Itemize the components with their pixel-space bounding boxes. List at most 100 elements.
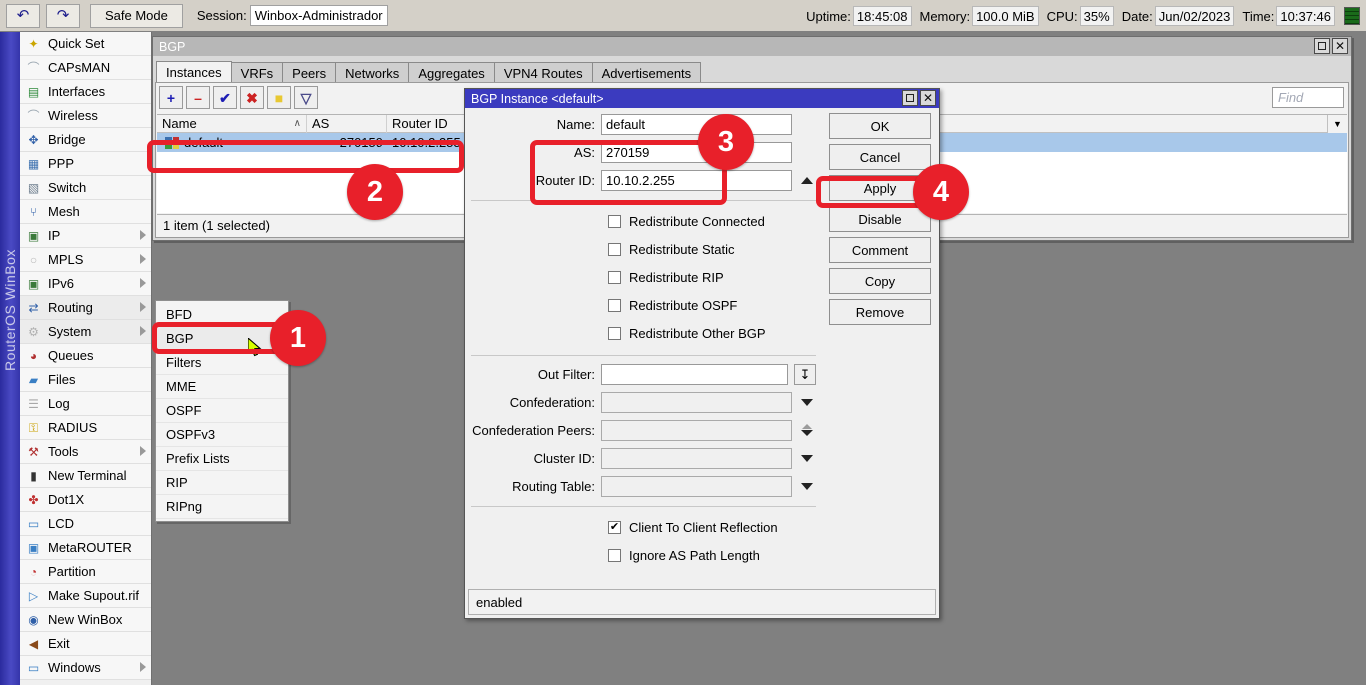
- maximize-icon[interactable]: [1314, 38, 1330, 54]
- tab-peers[interactable]: Peers: [282, 62, 336, 83]
- maximize-icon[interactable]: [902, 90, 918, 106]
- chevron-down-icon[interactable]: [798, 448, 816, 469]
- chevron-down-icon[interactable]: [798, 392, 816, 413]
- checkbox-row[interactable]: Redistribute Connected: [465, 207, 822, 235]
- sidebar-item-tools[interactable]: ⚒Tools: [20, 440, 151, 464]
- copy-button[interactable]: Copy: [829, 268, 931, 294]
- routing-menu-item-ospf[interactable]: OSPF: [156, 399, 288, 423]
- chevron-down-icon[interactable]: [798, 476, 816, 497]
- sidebar-item-label: Interfaces: [48, 84, 105, 99]
- checkbox-row[interactable]: Ignore AS Path Length: [465, 541, 822, 569]
- checkbox-redistribute-other-bgp[interactable]: [608, 327, 621, 340]
- check-icon[interactable]: ✔: [213, 86, 237, 109]
- disable-button[interactable]: Disable: [829, 206, 931, 232]
- checkbox-redistribute-static[interactable]: [608, 243, 621, 256]
- plus-icon[interactable]: +: [159, 86, 183, 109]
- routing-menu-item-bgp[interactable]: BGP: [156, 327, 288, 351]
- tab-vpn4-routes[interactable]: VPN4 Routes: [494, 62, 593, 83]
- sidebar-item-queues[interactable]: ◕Queues: [20, 344, 151, 368]
- cancel-button[interactable]: Cancel: [829, 144, 931, 170]
- caret-up-icon[interactable]: [798, 170, 816, 191]
- checkbox-row[interactable]: Redistribute OSPF: [465, 291, 822, 319]
- sidebar-item-system[interactable]: ⚙System: [20, 320, 151, 344]
- column-header-name[interactable]: Name∧: [157, 115, 307, 133]
- sidebar-item-ppp[interactable]: ▦PPP: [20, 152, 151, 176]
- spinner-icon[interactable]: [798, 420, 816, 441]
- checkbox-row[interactable]: Redistribute Static: [465, 235, 822, 263]
- sidebar-item-partition[interactable]: ◔Partition: [20, 560, 151, 584]
- minus-icon[interactable]: –: [186, 86, 210, 109]
- sidebar-item-wireless[interactable]: ⌒Wireless: [20, 104, 151, 128]
- sidebar-item-make-supout-rif[interactable]: ▷Make Supout.rif: [20, 584, 151, 608]
- tab-aggregates[interactable]: Aggregates: [408, 62, 495, 83]
- checkbox-redistribute-rip[interactable]: [608, 271, 621, 284]
- sidebar-item-files[interactable]: ▰Files: [20, 368, 151, 392]
- sidebar-item-metarouter[interactable]: ▣MetaROUTER: [20, 536, 151, 560]
- dropdown-button-icon[interactable]: ↧: [794, 364, 816, 385]
- close-icon[interactable]: ✕: [920, 90, 936, 106]
- sidebar-item-routing[interactable]: ⇄Routing: [20, 296, 151, 320]
- routing-menu-item-ospfv3[interactable]: OSPFv3: [156, 423, 288, 447]
- sidebar-item-new-winbox[interactable]: ◉New WinBox: [20, 608, 151, 632]
- cross-icon[interactable]: ✖: [240, 86, 264, 109]
- checkbox-redistribute-ospf[interactable]: [608, 299, 621, 312]
- name-input[interactable]: default: [601, 114, 792, 135]
- routing-menu-item-rip[interactable]: RIP: [156, 471, 288, 495]
- out-filter-input[interactable]: [601, 364, 788, 385]
- checkbox-redistribute-connected[interactable]: [608, 215, 621, 228]
- checkbox-ignore-as-path-length[interactable]: [608, 549, 621, 562]
- windows-icon: ▭: [24, 659, 43, 677]
- chevron-right-icon: [140, 446, 146, 456]
- checkbox-row[interactable]: Redistribute RIP: [465, 263, 822, 291]
- sidebar-item-ip[interactable]: ▣IP: [20, 224, 151, 248]
- sidebar-item-label: LCD: [48, 516, 74, 531]
- routing-menu-item-bfd[interactable]: BFD: [156, 303, 288, 327]
- tab-instances[interactable]: Instances: [156, 61, 232, 83]
- safe-mode-button[interactable]: Safe Mode: [90, 4, 183, 28]
- bgp-window-titlebar[interactable]: BGP ✕: [153, 37, 1351, 56]
- tab-advertisements[interactable]: Advertisements: [592, 62, 702, 83]
- as-input[interactable]: 270159: [601, 142, 792, 163]
- column-chooser-icon[interactable]: ▼: [1327, 115, 1347, 133]
- column-header-label: Name: [162, 116, 197, 131]
- redo-icon[interactable]: ↷: [46, 4, 80, 28]
- sidebar-item-ipv6[interactable]: ▣IPv6: [20, 272, 151, 296]
- sidebar-item-switch[interactable]: ▧Switch: [20, 176, 151, 200]
- sidebar-item-log[interactable]: ☰Log: [20, 392, 151, 416]
- checkbox-row[interactable]: ✔Client To Client Reflection: [465, 513, 822, 541]
- sidebar-item-mpls[interactable]: ○MPLS: [20, 248, 151, 272]
- column-header-as[interactable]: AS: [307, 115, 387, 133]
- sidebar-item-radius[interactable]: ⚿RADIUS: [20, 416, 151, 440]
- close-icon[interactable]: ✕: [1332, 38, 1348, 54]
- checkbox-row[interactable]: Redistribute Other BGP: [465, 319, 822, 347]
- sidebar-item-capsman[interactable]: ⌒CAPsMAN: [20, 56, 151, 80]
- filter-icon[interactable]: ▽: [294, 86, 318, 109]
- sidebar-item-bridge[interactable]: ✥Bridge: [20, 128, 151, 152]
- comment-icon[interactable]: ■: [267, 86, 291, 109]
- undo-icon[interactable]: ↶: [6, 4, 40, 28]
- field-label: Confederation:: [465, 395, 601, 410]
- mpls-icon: ○: [24, 251, 43, 269]
- routing-menu-item-filters[interactable]: Filters: [156, 351, 288, 375]
- routing-menu-item-mme[interactable]: MME: [156, 375, 288, 399]
- sidebar-item-windows[interactable]: ▭Windows: [20, 656, 151, 680]
- dialog-titlebar[interactable]: BGP Instance <default> ✕: [465, 89, 939, 108]
- remove-button[interactable]: Remove: [829, 299, 931, 325]
- tab-networks[interactable]: Networks: [335, 62, 409, 83]
- sidebar-item-dot1x[interactable]: ✤Dot1X: [20, 488, 151, 512]
- sidebar-item-mesh[interactable]: ⑂Mesh: [20, 200, 151, 224]
- comment-button[interactable]: Comment: [829, 237, 931, 263]
- routing-menu-item-ripng[interactable]: RIPng: [156, 495, 288, 519]
- checkbox-client-to-client-reflection[interactable]: ✔: [608, 521, 621, 534]
- tab-vrfs[interactable]: VRFs: [231, 62, 284, 83]
- find-input[interactable]: Find: [1272, 87, 1344, 108]
- sidebar-item-exit[interactable]: ◀Exit: [20, 632, 151, 656]
- router-id-input[interactable]: 10.10.2.255: [601, 170, 792, 191]
- sidebar-item-quick-set[interactable]: ✦Quick Set: [20, 32, 151, 56]
- ok-button[interactable]: OK: [829, 113, 931, 139]
- sidebar-item-new-terminal[interactable]: ▮New Terminal: [20, 464, 151, 488]
- sidebar-item-interfaces[interactable]: ▤Interfaces: [20, 80, 151, 104]
- routing-menu-item-prefix-lists[interactable]: Prefix Lists: [156, 447, 288, 471]
- sidebar-item-lcd[interactable]: ▭LCD: [20, 512, 151, 536]
- apply-button[interactable]: Apply: [829, 175, 931, 201]
